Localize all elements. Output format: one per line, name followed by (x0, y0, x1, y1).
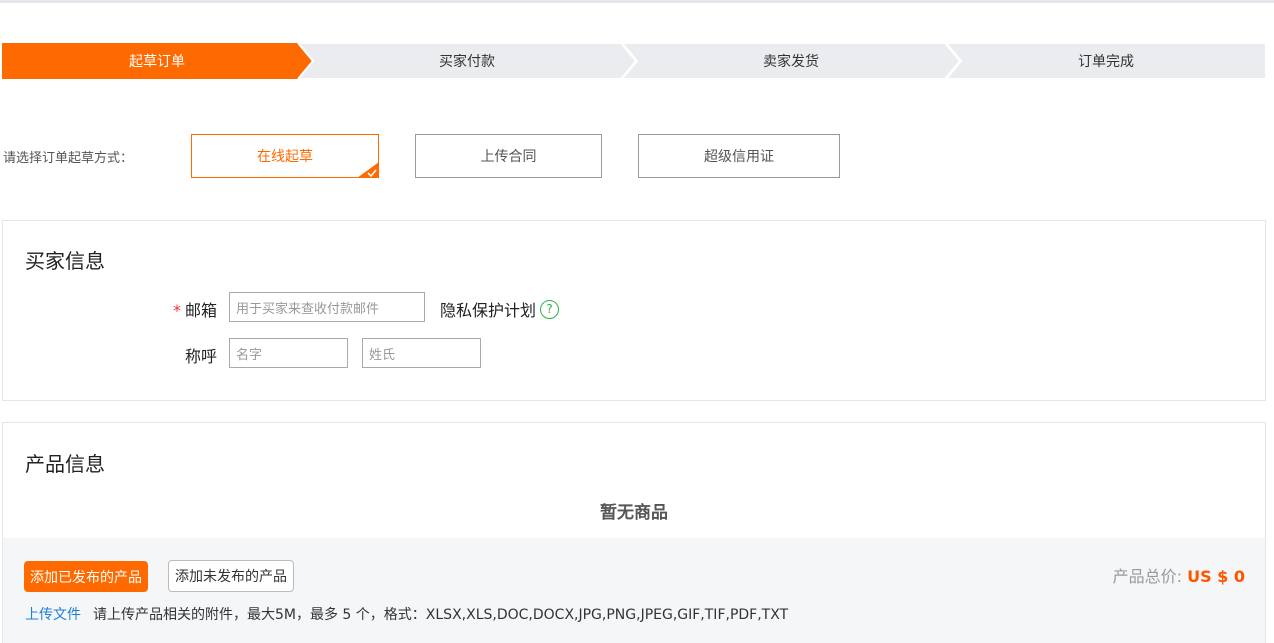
privacy-label: 隐私保护计划 (440, 301, 537, 320)
name-label: 称呼 (184, 347, 217, 366)
email-field[interactable]: 用于买家来查收付款邮件 (229, 292, 425, 322)
total-amount: US $ 0 (1187, 567, 1245, 586)
selected-check-icon (357, 162, 379, 178)
option-label: 上传合同 (480, 149, 537, 165)
buyer-info-title: 买家信息 (25, 249, 105, 273)
email-placeholder: 用于买家来查收付款邮件 (236, 301, 380, 317)
email-label-text: 邮箱 (184, 301, 217, 320)
total-label: 产品总价: (1112, 567, 1182, 586)
step-seller-shipping: 卖家发货 (622, 43, 960, 79)
step-label: 起草订单 (129, 54, 185, 70)
add-unpublished-product-button[interactable]: 添加未发布的产品 (168, 560, 294, 592)
step-label: 卖家发货 (763, 54, 819, 70)
draft-method-label: 请选择订单起草方式： (3, 151, 134, 166)
email-label: * 邮箱 (163, 297, 217, 321)
upload-row: 上传文件 请上传产品相关的附件，最大5M，最多 5 个，格式：XLSX,XLS,… (25, 604, 788, 624)
last-name-field[interactable]: 姓氏 (362, 338, 481, 368)
product-info-title: 产品信息 (25, 452, 105, 476)
privacy-plan: 隐私保护计划 ? (440, 297, 560, 321)
top-divider (0, 0, 1274, 3)
step-label: 订单完成 (1078, 54, 1134, 70)
upload-hint: 请上传产品相关的附件，最大5M，最多 5 个，格式：XLSX,XLS,DOC,D… (93, 607, 789, 623)
add-published-product-button[interactable]: 添加已发布的产品 (24, 561, 148, 592)
help-question-icon[interactable]: ? (540, 299, 560, 319)
upload-contract-option[interactable]: 上传合同 (415, 134, 602, 178)
product-total: 产品总价: US $ 0 (1113, 563, 1245, 587)
upload-file-link[interactable]: 上传文件 (25, 604, 81, 624)
first-name-placeholder: 名字 (236, 347, 263, 363)
option-label: 超级信用证 (704, 149, 774, 165)
product-info-panel: 产品信息 暂无商品 添加已发布的产品 添加未发布的产品 产品总价: US $ 0… (2, 422, 1266, 643)
step-buyer-payment: 买家付款 (298, 43, 636, 79)
option-label: 在线起草 (257, 149, 313, 165)
order-progress-stepper: 起草订单 买家付款 卖家发货 订单完成 (2, 43, 1266, 79)
step-label: 买家付款 (439, 54, 495, 70)
no-products-text: 暂无商品 (600, 503, 668, 523)
first-name-field[interactable]: 名字 (229, 338, 348, 368)
required-mark: * (172, 301, 181, 320)
buyer-info-panel: 买家信息 * 邮箱 用于买家来查收付款邮件 隐私保护计划 ? 称呼 名字 姓氏 (2, 220, 1266, 401)
product-actions-band: 添加已发布的产品 添加未发布的产品 产品总价: US $ 0 上传文件 请上传产… (3, 538, 1265, 643)
step-order-complete: 订单完成 (946, 43, 1266, 79)
online-draft-option[interactable]: 在线起草 (191, 134, 379, 178)
last-name-placeholder: 姓氏 (369, 347, 396, 363)
super-letter-of-credit-option[interactable]: 超级信用证 (638, 134, 840, 178)
step-draft-order: 起草订单 (2, 43, 312, 79)
